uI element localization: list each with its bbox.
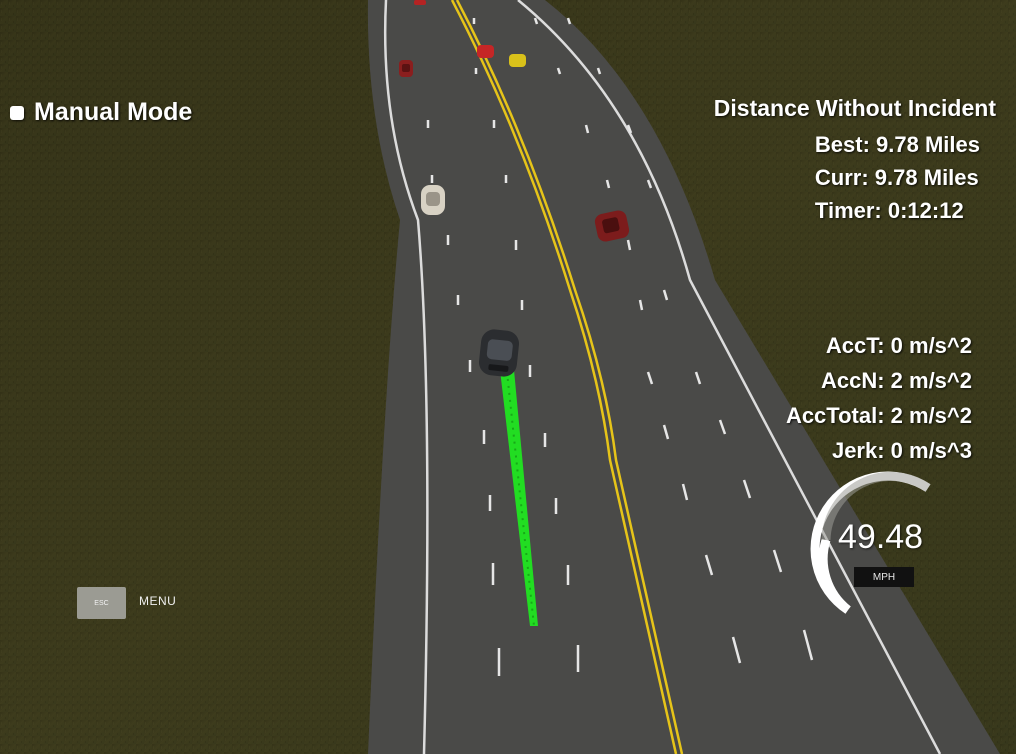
traffic-car-red-2 <box>477 45 494 58</box>
menu-label: MENU <box>139 594 177 608</box>
traffic-car-red-1 <box>399 60 413 77</box>
esc-menu-button[interactable]: ESC <box>77 587 126 619</box>
manual-mode-label: Manual Mode <box>34 98 193 126</box>
acc-normal: AccN: 2 m/s^2 <box>820 368 972 393</box>
distance-title: Distance Without Incident <box>713 95 996 121</box>
simulator-viewport: Manual Mode Distance Without Incident Be… <box>0 0 1016 754</box>
esc-key-label: ESC <box>94 599 109 607</box>
traffic-car-red-far <box>414 0 426 5</box>
speed-readout: 49.48 <box>838 518 924 556</box>
manual-mode-checkbox[interactable] <box>10 105 24 120</box>
traffic-car-yellow <box>509 54 526 67</box>
manual-mode-toggle[interactable]: Manual Mode <box>10 98 192 127</box>
distance-stats: Best: 9.78 Miles Curr: 9.78 Miles Timer:… <box>815 128 980 227</box>
current-distance: Curr: 9.78 Miles <box>814 165 979 190</box>
distance-panel: Distance Without Incident Best: 9.78 Mil… <box>714 95 996 227</box>
best-distance: Best: 9.78 Miles <box>814 132 980 157</box>
jerk: Jerk: 0 m/s^3 <box>831 438 972 463</box>
speed-unit-badge: MPH <box>854 567 914 587</box>
acceleration-panel: AccT: 0 m/s^2 AccN: 2 m/s^2 AccTotal: 2 … <box>786 328 972 468</box>
timer: Timer: 0:12:12 <box>814 198 964 223</box>
ego-car <box>478 329 520 377</box>
traffic-car-white <box>421 185 445 215</box>
acc-total: AccTotal: 2 m/s^2 <box>785 403 972 428</box>
acc-tangential: AccT: 0 m/s^2 <box>825 333 972 358</box>
